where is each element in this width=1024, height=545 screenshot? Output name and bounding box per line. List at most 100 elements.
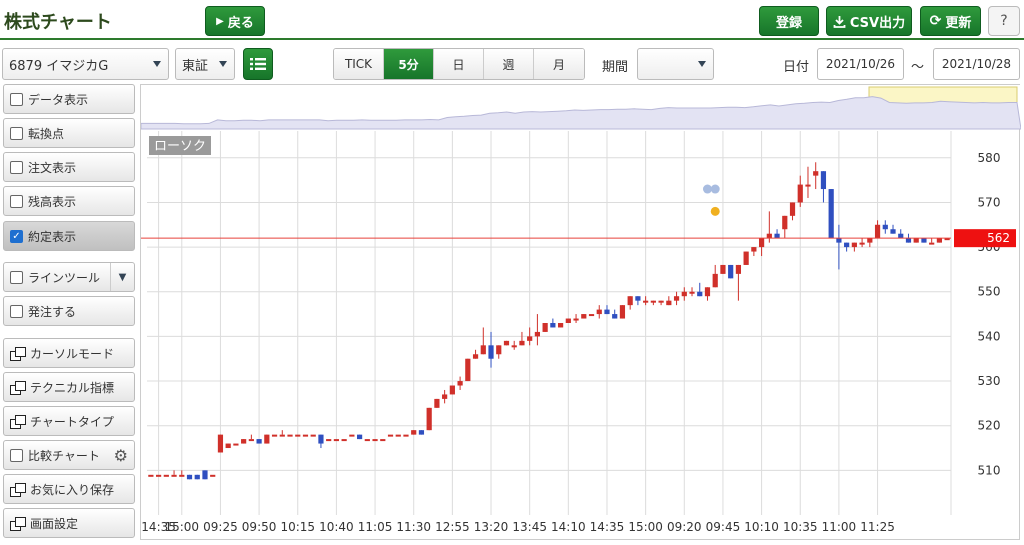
- candle-body: [488, 345, 494, 359]
- x-tick-label: 10:40: [319, 520, 354, 534]
- range-select[interactable]: [637, 48, 714, 80]
- window-icon: [10, 346, 26, 361]
- chevron-down-icon[interactable]: ▼: [110, 263, 134, 291]
- checkbox-icon[interactable]: [10, 126, 23, 140]
- checkbox-icon[interactable]: [10, 270, 23, 284]
- candle-body: [302, 434, 309, 437]
- sidebar-item-label: テクニカル指標: [30, 380, 115, 395]
- checkbox-icon[interactable]: [10, 92, 23, 106]
- candle-body: [264, 434, 270, 444]
- checkbox-icon[interactable]: [10, 194, 23, 208]
- chart-panel[interactable]: 14:35 15:00 09:25 09:50 10:15 10:40 11:05 11:30…: [140, 84, 1022, 541]
- x-tick-label: 09:45: [706, 520, 741, 534]
- chevron-down-icon: [698, 61, 706, 67]
- date-to-input[interactable]: 2021/10/28: [933, 48, 1020, 80]
- candle-body: [689, 291, 695, 294]
- period-tab-2[interactable]: 日: [434, 49, 484, 79]
- back-button-label: 戻る: [227, 15, 254, 31]
- chevron-down-icon: [153, 61, 161, 67]
- sidebar-item-2[interactable]: 注文表示: [3, 152, 135, 182]
- market-select-value: 東証: [182, 58, 209, 74]
- candle-body: [627, 296, 633, 306]
- gear-icon[interactable]: ⚙: [114, 446, 128, 465]
- candle-body: [604, 309, 610, 315]
- sidebar-item-10[interactable]: 比較チャート ⚙: [3, 440, 135, 470]
- date-from-input[interactable]: 2021/10/26: [817, 48, 904, 80]
- candle-body: [890, 229, 896, 234]
- y-tick-label: 530: [978, 374, 1001, 388]
- candle-body: [596, 309, 602, 315]
- candle-body: [503, 340, 510, 346]
- date-to-value: 2021/10/28: [941, 57, 1012, 71]
- candle-body: [673, 296, 680, 301]
- x-tick-label: 12:55: [435, 520, 470, 534]
- back-button[interactable]: ▶ 戻る: [205, 6, 265, 36]
- candle-body: [527, 336, 533, 341]
- sidebar-item-5[interactable]: ラインツール ▼: [3, 262, 135, 292]
- candle-body: [271, 434, 278, 437]
- candle-body: [356, 434, 363, 440]
- help-button[interactable]: ?: [988, 6, 1020, 36]
- candle-body: [241, 439, 247, 444]
- candle-body: [449, 385, 455, 395]
- candle-body: [148, 474, 154, 477]
- x-tick-label: 10:10: [744, 520, 779, 534]
- refresh-button-label: 更新: [945, 15, 972, 31]
- list-view-button[interactable]: [243, 48, 273, 80]
- checkbox-icon[interactable]: [10, 304, 23, 318]
- candlestick-chart[interactable]: 14:3515:00 09:25 09:50 10:15 10:40 11:05 11:30…: [140, 85, 1022, 541]
- candle-body: [921, 238, 927, 243]
- sidebar-item-8[interactable]: テクニカル指標: [3, 372, 135, 402]
- sidebar-item-6[interactable]: 発注する: [3, 296, 135, 326]
- header-bar: 株式チャート ▶ 戻る 登録 CSV出力 ⟳ 更新 ?: [0, 0, 1024, 40]
- sidebar-item-3[interactable]: 残高表示: [3, 186, 135, 216]
- candle-body: [805, 184, 811, 187]
- sidebar-item-12[interactable]: 画面設定: [3, 508, 135, 538]
- csv-export-button[interactable]: CSV出力: [826, 6, 912, 36]
- sidebar-item-label: ラインツール: [28, 270, 101, 285]
- sidebar-item-label: 転換点: [28, 126, 65, 141]
- download-icon: [833, 15, 846, 28]
- candle-body: [387, 434, 394, 437]
- candle-body: [874, 224, 881, 239]
- sidebar-item-7[interactable]: カーソルモード: [3, 338, 135, 368]
- candle-body: [612, 314, 618, 319]
- register-button[interactable]: 登録: [759, 6, 819, 36]
- candle-body: [813, 171, 819, 176]
- candle-body: [542, 323, 548, 332]
- period-tab-1[interactable]: 5分: [384, 49, 434, 79]
- candle-body: [534, 331, 541, 337]
- checkbox-icon[interactable]: [10, 448, 23, 462]
- sidebar-item-1[interactable]: 転換点: [3, 118, 135, 148]
- window-icon: [10, 482, 26, 497]
- period-tab-3[interactable]: 週: [484, 49, 534, 79]
- period-tab-4[interactable]: 月: [534, 49, 584, 79]
- x-tick-label: 15:00: [628, 520, 663, 534]
- sidebar-item-0[interactable]: データ表示: [3, 84, 135, 114]
- period-tab-0[interactable]: TICK: [334, 49, 384, 79]
- current-price-label: 562: [987, 231, 1010, 245]
- candle-body: [588, 314, 595, 317]
- chevron-down-icon: [219, 61, 227, 67]
- sidebar-item-4[interactable]: ✓ 約定表示: [3, 221, 135, 251]
- sidebar-item-11[interactable]: お気に入り保存: [3, 474, 135, 504]
- sidebar-item-9[interactable]: チャートタイプ: [3, 406, 135, 436]
- candle-body: [774, 233, 780, 239]
- candle-body: [882, 224, 888, 230]
- candle-body: [349, 434, 355, 437]
- candle-body: [820, 171, 827, 190]
- register-button-label: 登録: [775, 15, 802, 31]
- candle-body: [465, 358, 471, 382]
- candle-body: [426, 407, 432, 431]
- range-label: 期間: [602, 60, 629, 75]
- sidebar-item-label: 画面設定: [30, 516, 79, 531]
- stock-select[interactable]: 6879 イマジカG: [2, 48, 169, 80]
- sidebar-item-label: 注文表示: [28, 160, 77, 175]
- market-select[interactable]: 東証: [175, 48, 235, 80]
- candle-body: [472, 354, 479, 359]
- checkbox-icon[interactable]: ✓: [10, 229, 23, 243]
- checkbox-icon[interactable]: [10, 160, 23, 174]
- candle-body: [380, 439, 386, 442]
- candle-body: [341, 439, 347, 442]
- refresh-button[interactable]: ⟳ 更新: [920, 6, 981, 36]
